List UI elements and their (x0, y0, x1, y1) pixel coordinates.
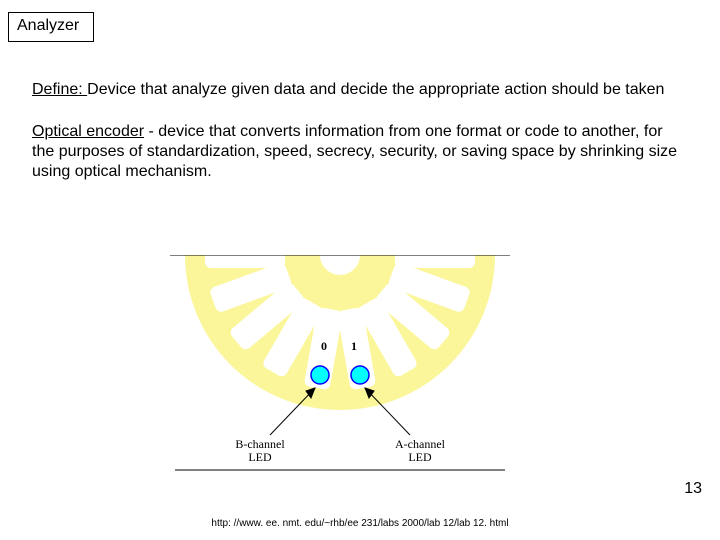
optical-encoder-label: Optical encoder (32, 123, 144, 140)
bit-zero-label: 0 (321, 339, 327, 353)
slide-title-box: Analyzer (8, 12, 94, 42)
b-channel-label-2: LED (248, 450, 272, 464)
optical-encoder-paragraph: Optical encoder - device that converts i… (32, 122, 682, 182)
page-number: 13 (684, 480, 702, 498)
bit-one-label: 1 (351, 339, 357, 353)
b-channel-label-1: B-channel (235, 437, 285, 451)
definition-paragraph: Define: Device that analyze given data a… (32, 80, 682, 100)
definition-label: Define: (32, 81, 87, 98)
a-channel-label-2: LED (408, 450, 432, 464)
footer-url: http: //www. ee. nmt. edu/~rhb/ee 231/la… (0, 518, 720, 529)
definition-text: Device that analyze given data and decid… (87, 81, 664, 98)
encoder-figure: 0 1 B-channel LED A-channel LED (120, 255, 560, 480)
encoder-svg: 0 1 B-channel LED A-channel LED (120, 255, 560, 480)
led-b (311, 366, 329, 384)
a-channel-label-1: A-channel (395, 437, 446, 451)
slide-body: Define: Device that analyze given data a… (32, 80, 682, 204)
slide: Analyzer Define: Device that analyze giv… (0, 0, 720, 540)
slide-title: Analyzer (17, 17, 79, 34)
encoder-disc (185, 255, 495, 410)
led-a (351, 366, 369, 384)
